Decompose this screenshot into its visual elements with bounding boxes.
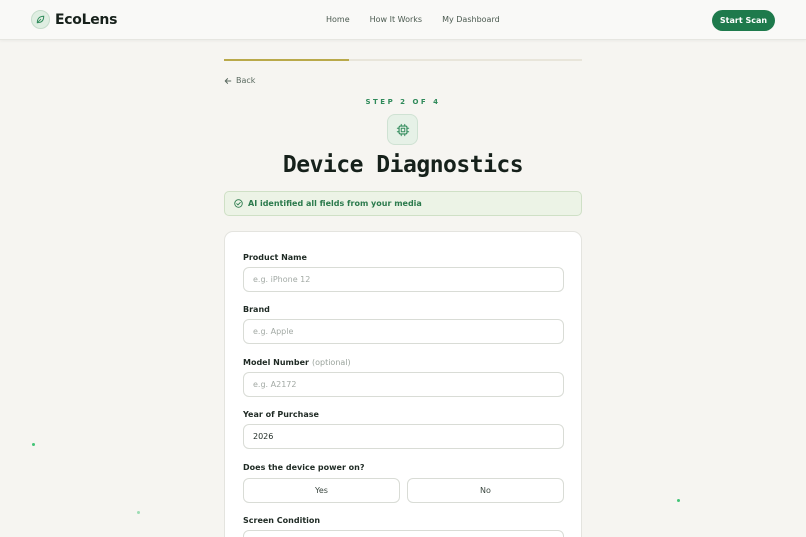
- chip-icon: [387, 114, 418, 145]
- nav-link-how-it-works[interactable]: How It Works: [370, 15, 422, 24]
- step-indicator: STEP 2 OF 4: [365, 98, 441, 106]
- leaf-icon: [31, 10, 50, 29]
- decor-dot: [32, 443, 35, 446]
- ai-banner: AI identified all fields from your media: [224, 191, 582, 216]
- decor-dot: [677, 499, 680, 502]
- decor-dot: [137, 511, 140, 514]
- arrow-left-icon: [224, 77, 232, 84]
- power-no-button[interactable]: No: [407, 478, 564, 503]
- product-name-label: Product Name: [243, 253, 307, 262]
- start-scan-button[interactable]: Start Scan: [712, 10, 775, 31]
- nav-links: Home How It Works My Dashboard: [326, 15, 520, 24]
- model-number-label: Model Number (optional): [243, 358, 351, 367]
- nav-link-home[interactable]: Home: [326, 15, 350, 24]
- year-label: Year of Purchase: [243, 410, 319, 419]
- optional-tag: (optional): [311, 358, 351, 367]
- power-yes-button[interactable]: Yes: [243, 478, 400, 503]
- product-name-input[interactable]: [243, 267, 564, 292]
- back-link[interactable]: Back: [224, 76, 255, 85]
- brand-label: Brand: [243, 305, 270, 314]
- form-card: Product Name Brand Model Number(optional…: [224, 231, 582, 537]
- progress-bar: [224, 59, 582, 61]
- model-number-input[interactable]: [243, 372, 564, 397]
- year-input[interactable]: [243, 424, 564, 449]
- model-number-label-text: Model Number: [243, 358, 309, 367]
- top-nav: EcoLens Home How It Works My Dashboard S…: [0, 0, 806, 40]
- screen-condition-input[interactable]: [243, 530, 564, 537]
- brand-input[interactable]: [243, 319, 564, 344]
- logo[interactable]: EcoLens: [31, 10, 117, 29]
- power-label: Does the device power on?: [243, 463, 365, 472]
- progress-fill: [224, 59, 350, 61]
- ai-banner-text: AI identified all fields from your media: [248, 199, 422, 208]
- screen-condition-label: Screen Condition: [243, 516, 321, 525]
- back-label: Back: [236, 76, 256, 85]
- check-circle-icon: [234, 199, 243, 208]
- nav-link-dashboard[interactable]: My Dashboard: [442, 15, 500, 24]
- page-title: Device Diagnostics: [282, 152, 524, 178]
- app-name: EcoLens: [55, 11, 118, 28]
